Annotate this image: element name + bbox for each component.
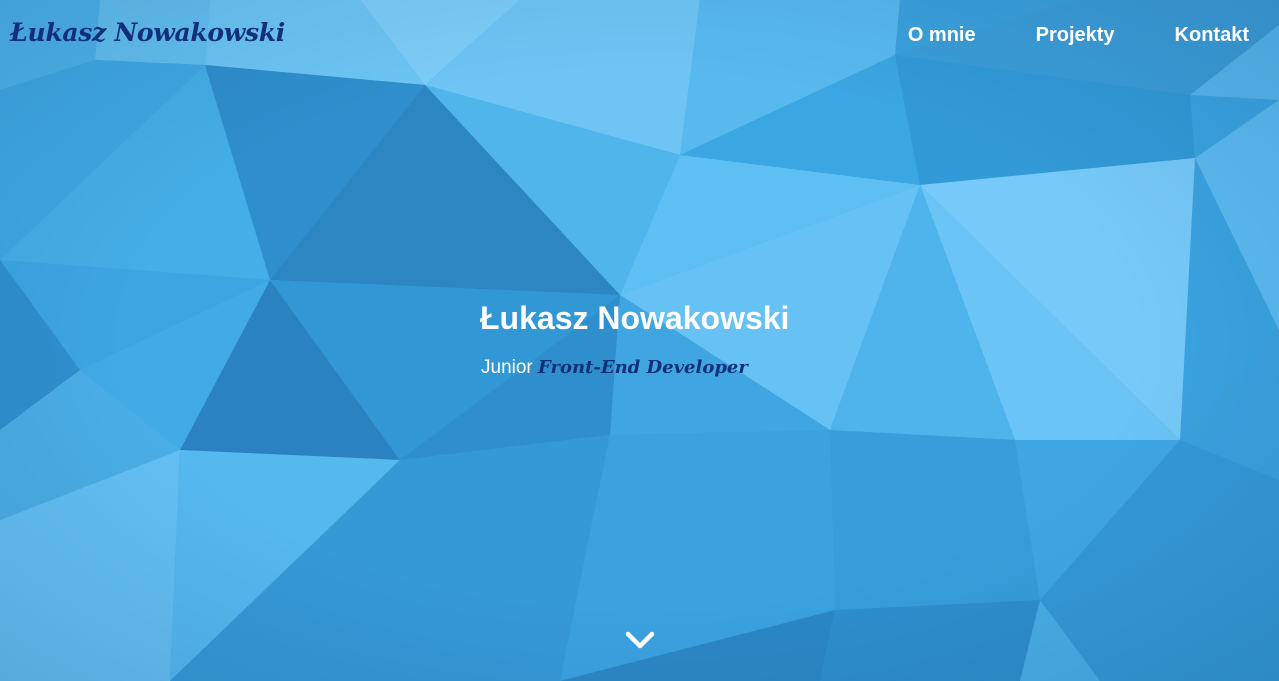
page-title: Łukasz Nowakowski xyxy=(480,300,790,336)
chevron-down-icon[interactable] xyxy=(624,628,656,652)
hero-section: Łukasz Nowakowski O mnie Projekty Kontak… xyxy=(0,0,1279,681)
subtitle-prefix: Junior xyxy=(481,357,533,378)
nav-item-projekty[interactable]: Projekty xyxy=(976,24,1115,47)
main-nav: O mnie Projekty Kontakt xyxy=(908,24,1249,47)
subtitle-role: Front-End Developer xyxy=(538,357,748,378)
low-poly-background xyxy=(0,0,1279,681)
nav-item-kontakt[interactable]: Kontakt xyxy=(1115,24,1249,47)
logo[interactable]: Łukasz Nowakowski xyxy=(10,18,285,47)
page-subtitle: Junior Front-End Developer xyxy=(481,357,748,379)
nav-item-o-mnie[interactable]: O mnie xyxy=(908,24,976,47)
